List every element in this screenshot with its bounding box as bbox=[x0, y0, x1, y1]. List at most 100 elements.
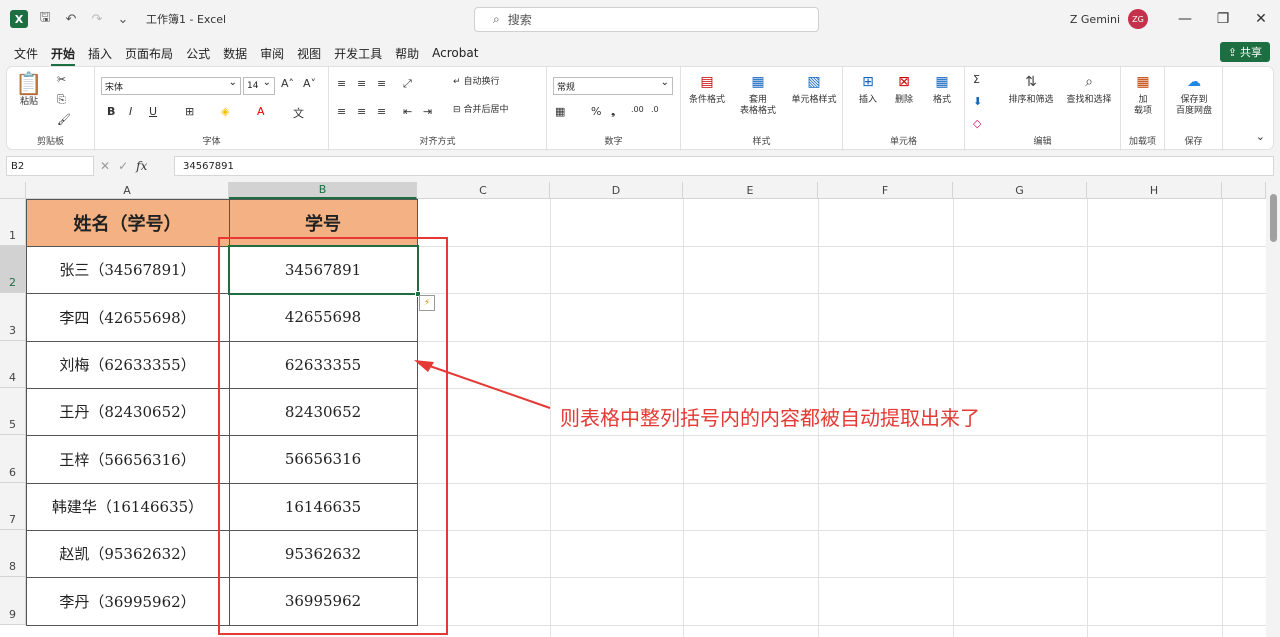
border-icon[interactable]: ⊞ bbox=[185, 105, 194, 118]
select-all-corner[interactable] bbox=[0, 182, 26, 199]
tab-home[interactable]: 开始 bbox=[51, 45, 76, 66]
cell-a9[interactable]: 李丹（36995962） bbox=[26, 577, 229, 625]
tab-formulas[interactable]: 公式 bbox=[186, 45, 210, 62]
align-top-icon[interactable]: ≡ bbox=[337, 77, 346, 90]
conditional-format-button[interactable]: ▤ 条件格式 bbox=[685, 71, 729, 106]
column-header-next[interactable] bbox=[1222, 182, 1266, 199]
row-header-6[interactable]: 6 bbox=[0, 435, 26, 483]
cell-a2[interactable]: 张三（34567891） bbox=[26, 246, 229, 293]
decrease-indent-icon[interactable]: ⇤ bbox=[403, 105, 412, 118]
minimize-icon[interactable]: — bbox=[1166, 0, 1204, 38]
row-header-8[interactable]: 8 bbox=[0, 530, 26, 577]
increase-indent-icon[interactable]: ⇥ bbox=[423, 105, 432, 118]
cell-b7[interactable]: 16146635 bbox=[229, 483, 417, 530]
italic-icon[interactable]: I bbox=[129, 105, 132, 118]
cancel-icon[interactable]: ✕ bbox=[100, 159, 110, 173]
collapse-ribbon-icon[interactable]: ⌄ bbox=[1256, 130, 1265, 143]
cell-b5[interactable]: 82430652 bbox=[229, 388, 417, 435]
paste-button[interactable]: 📋 粘贴 bbox=[15, 73, 42, 108]
column-header-g[interactable]: G bbox=[953, 182, 1087, 199]
format-cells-button[interactable]: ▦ 格式 bbox=[925, 71, 959, 106]
cell-b4[interactable]: 62633355 bbox=[229, 341, 417, 388]
avatar[interactable]: ZG bbox=[1128, 9, 1148, 29]
decrease-font-icon[interactable]: A˅ bbox=[303, 77, 316, 90]
column-header-a[interactable]: A bbox=[26, 182, 229, 199]
enter-icon[interactable]: ✓ bbox=[118, 159, 128, 173]
name-box[interactable]: B2 bbox=[6, 156, 94, 176]
column-header-b[interactable]: B bbox=[229, 182, 417, 199]
row-header-1[interactable]: 1 bbox=[0, 199, 26, 246]
align-middle-icon[interactable]: ≡ bbox=[357, 77, 366, 90]
underline-icon[interactable]: U bbox=[149, 105, 157, 118]
cell-a4[interactable]: 刘梅（62633355） bbox=[26, 341, 229, 388]
accounting-icon[interactable]: ▦ bbox=[555, 105, 565, 118]
phonetic-icon[interactable]: 文 bbox=[293, 105, 304, 121]
format-as-table-button[interactable]: ▦ 套用 表格格式 bbox=[733, 71, 783, 117]
share-button[interactable]: ⇪ 共享 bbox=[1219, 42, 1270, 62]
cell-a6[interactable]: 王梓（56656316） bbox=[26, 435, 229, 483]
delete-cells-button[interactable]: ⊠ 删除 bbox=[887, 71, 921, 106]
formula-input[interactable]: 34567891 bbox=[174, 156, 1274, 176]
row-header-3[interactable]: 3 bbox=[0, 293, 26, 341]
autosum-icon[interactable]: Σ bbox=[973, 73, 980, 86]
close-icon[interactable]: ✕ bbox=[1242, 0, 1280, 38]
column-header-c[interactable]: C bbox=[417, 182, 550, 199]
find-select-button[interactable]: ⌕ 查找和选择 bbox=[1061, 71, 1117, 106]
vertical-scrollbar-thumb[interactable] bbox=[1270, 194, 1277, 242]
bold-icon[interactable]: B bbox=[107, 105, 115, 118]
cell-b9[interactable]: 36995962 bbox=[229, 577, 417, 625]
font-size-select[interactable]: 14 bbox=[243, 77, 275, 95]
copy-icon[interactable]: ⎘ bbox=[57, 93, 66, 107]
tab-developer[interactable]: 开发工具 bbox=[334, 45, 382, 62]
cell-a7[interactable]: 韩建华（16146635） bbox=[26, 483, 229, 530]
column-header-e[interactable]: E bbox=[683, 182, 818, 199]
cell-b3[interactable]: 42655698 bbox=[229, 293, 417, 341]
align-bottom-icon[interactable]: ≡ bbox=[377, 77, 386, 90]
column-header-f[interactable]: F bbox=[818, 182, 953, 199]
tab-view[interactable]: 视图 bbox=[297, 45, 321, 62]
addins-button[interactable]: ▦ 加 载项 bbox=[1125, 71, 1161, 117]
wrap-text-button[interactable]: ↵ 自动换行 bbox=[453, 77, 500, 88]
tab-help[interactable]: 帮助 bbox=[395, 45, 419, 62]
cell-b2[interactable]: 34567891 bbox=[229, 246, 417, 293]
align-right-icon[interactable]: ≡ bbox=[377, 105, 386, 118]
restore-icon[interactable]: ❐ bbox=[1204, 0, 1242, 38]
tab-file[interactable]: 文件 bbox=[14, 45, 38, 62]
font-family-select[interactable]: 宋体 bbox=[101, 77, 241, 95]
sort-filter-button[interactable]: ⇅ 排序和筛选 bbox=[1005, 71, 1057, 106]
fill-color-icon[interactable]: ◈ bbox=[221, 105, 229, 118]
decrease-decimal-icon[interactable]: .0 bbox=[651, 105, 659, 114]
vertical-scrollbar[interactable] bbox=[1266, 182, 1280, 637]
header-cell-name[interactable]: 姓名（学号） bbox=[26, 199, 229, 246]
increase-font-icon[interactable]: A˄ bbox=[281, 77, 294, 90]
undo-icon[interactable]: ↶ bbox=[62, 10, 80, 28]
insert-function-icon[interactable]: fx bbox=[136, 159, 147, 173]
column-header-d[interactable]: D bbox=[550, 182, 683, 199]
customize-qat-icon[interactable]: ⌄ bbox=[114, 10, 132, 28]
comma-icon[interactable]: ❟ bbox=[611, 105, 615, 119]
flash-fill-options-icon[interactable]: ⚡ bbox=[419, 295, 435, 311]
cell-a5[interactable]: 王丹（82430652） bbox=[26, 388, 229, 435]
row-header-2[interactable]: 2 bbox=[0, 246, 26, 293]
row-header-4[interactable]: 4 bbox=[0, 341, 26, 388]
insert-cells-button[interactable]: ⊞ 插入 bbox=[851, 71, 885, 106]
column-header-h[interactable]: H bbox=[1087, 182, 1222, 199]
orientation-icon[interactable]: ⤢ bbox=[403, 77, 412, 91]
align-center-icon[interactable]: ≡ bbox=[357, 105, 366, 118]
percent-icon[interactable]: % bbox=[591, 105, 601, 118]
font-color-icon[interactable]: A bbox=[257, 105, 265, 118]
cell-b6[interactable]: 56656316 bbox=[229, 435, 417, 483]
tab-review[interactable]: 审阅 bbox=[260, 45, 284, 62]
header-cell-id[interactable]: 学号 bbox=[229, 199, 417, 246]
align-left-icon[interactable]: ≡ bbox=[337, 105, 346, 118]
row-header-5[interactable]: 5 bbox=[0, 388, 26, 435]
fill-icon[interactable]: ⬇ bbox=[973, 95, 982, 108]
search-box[interactable]: ⌕ 搜索 bbox=[474, 7, 819, 32]
merge-center-button[interactable]: ⊟ 合并后居中 bbox=[453, 105, 509, 116]
number-format-select[interactable]: 常规 bbox=[553, 77, 673, 95]
redo-icon[interactable]: ↷ bbox=[88, 10, 106, 28]
row-header-9[interactable]: 9 bbox=[0, 577, 26, 625]
cell-a3[interactable]: 李四（42655698） bbox=[26, 293, 229, 341]
format-painter-icon[interactable]: 🖌 bbox=[57, 113, 71, 126]
tab-acrobat[interactable]: Acrobat bbox=[432, 46, 478, 60]
